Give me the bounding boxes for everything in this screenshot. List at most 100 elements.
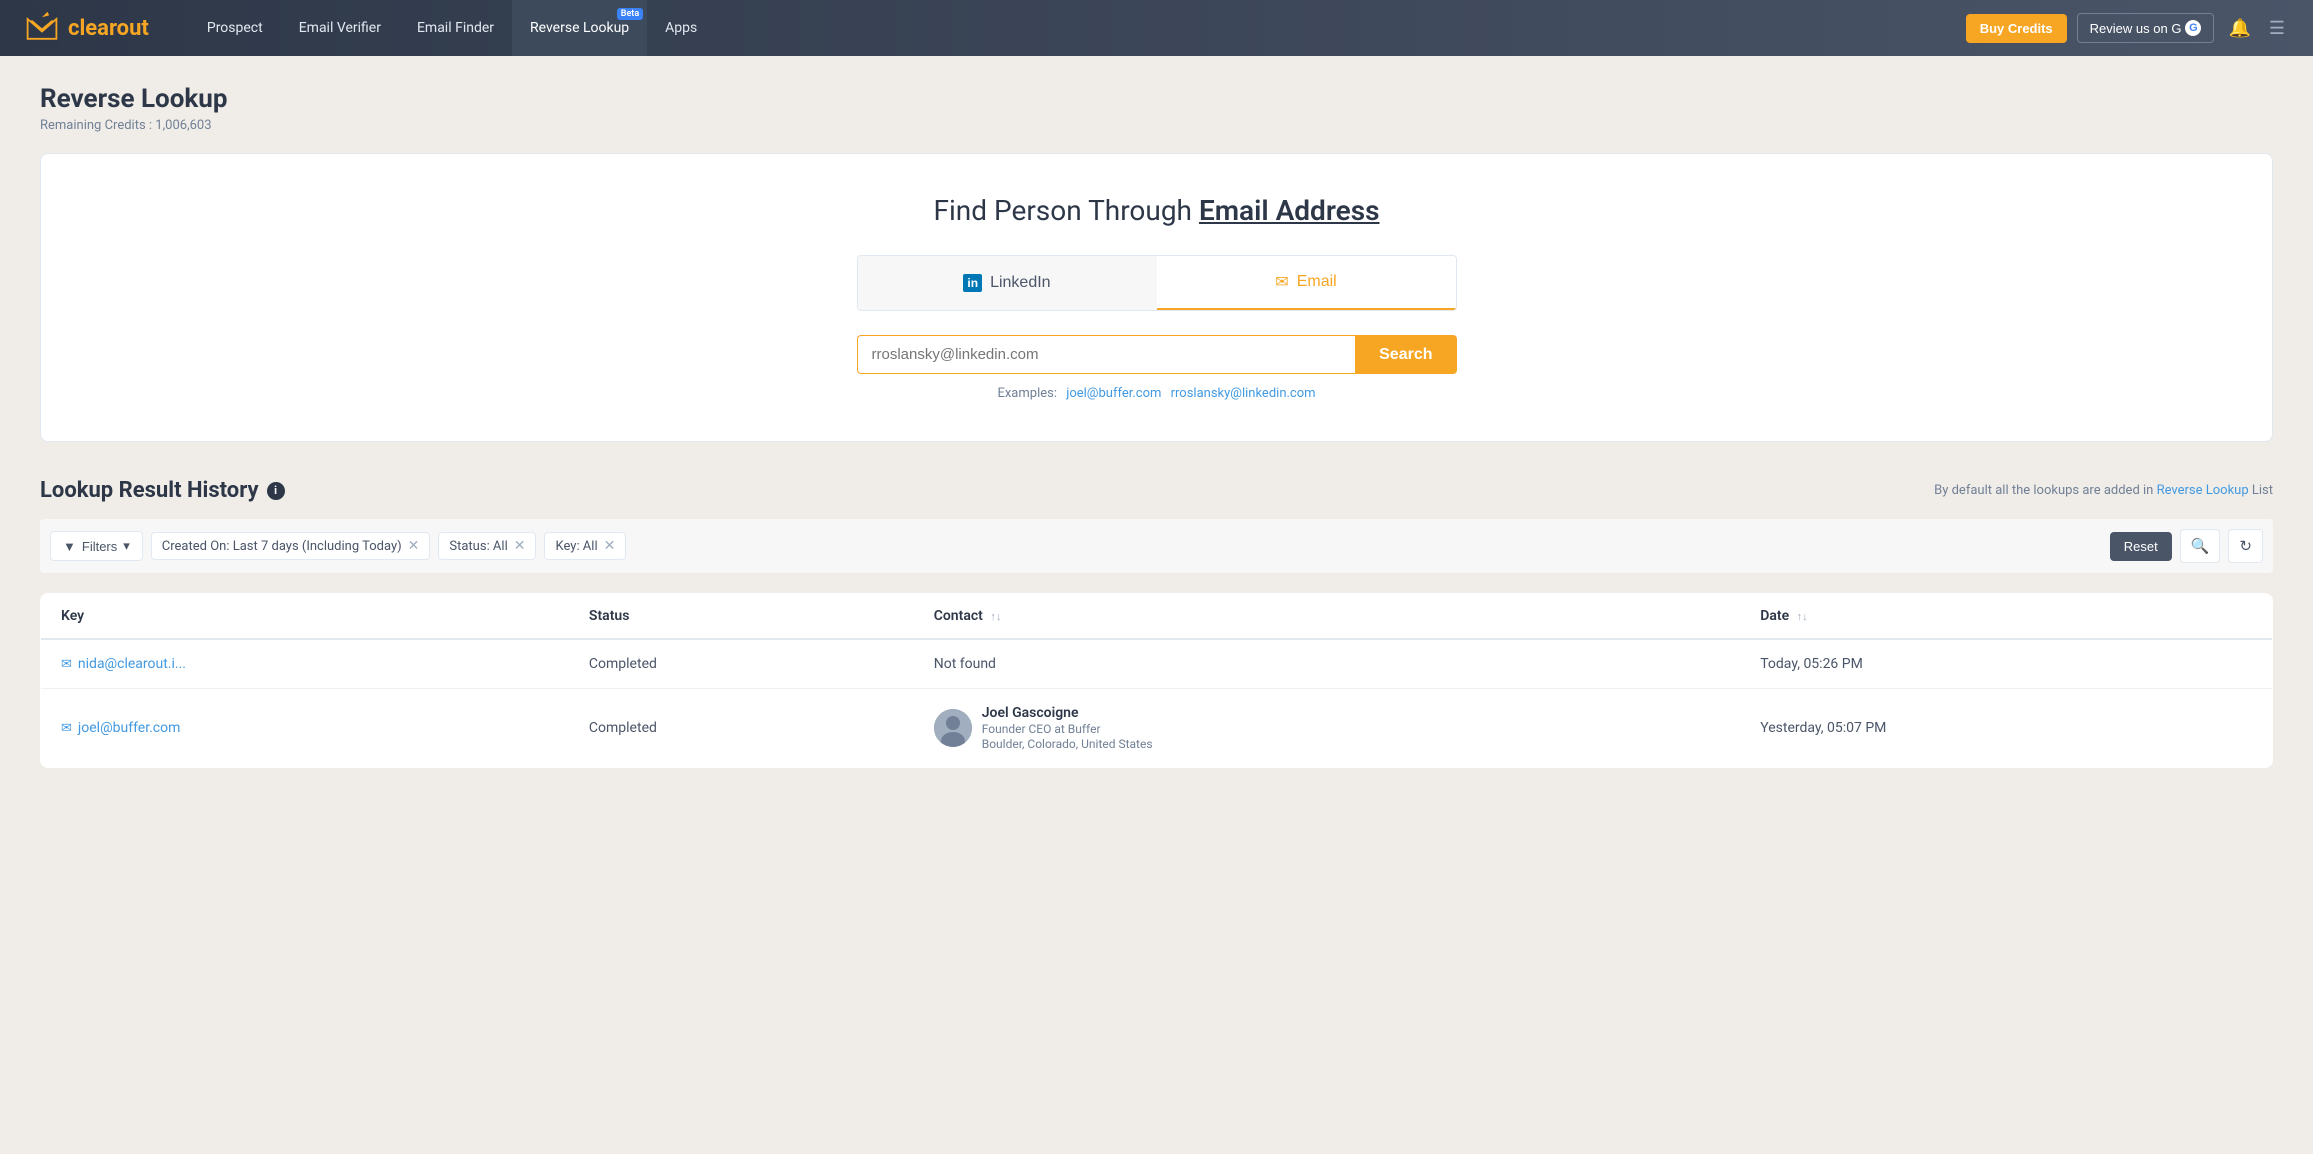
email-tab-icon: ✉: [1275, 272, 1288, 292]
history-section: Lookup Result History i By default all t…: [40, 478, 2273, 768]
search-input-row: Search: [857, 335, 1457, 374]
filter2-label: Status: All: [449, 539, 507, 554]
note-prefix: By default all the lookups are added in: [1934, 483, 2156, 498]
reset-button[interactable]: Reset: [2110, 532, 2172, 561]
tab-email[interactable]: ✉ Email: [1157, 256, 1456, 310]
row1-date-value: Today, 05:26 PM: [1760, 656, 1863, 672]
row1-key-link[interactable]: ✉ nida@clearout.i...: [61, 656, 549, 672]
avatar: [934, 709, 972, 747]
nav-reverse-lookup-label: Reverse Lookup: [530, 20, 629, 36]
navbar-right: Buy Credits Review us on G G 🔔 ☰: [1966, 13, 2289, 43]
note-suffix: List: [2252, 483, 2273, 498]
filter-icon: ▼: [63, 539, 76, 554]
search-input[interactable]: [857, 335, 1356, 374]
linkedin-icon: in: [963, 274, 982, 292]
lookup-tabs: in LinkedIn ✉ Email: [857, 255, 1457, 311]
bell-icon[interactable]: 🔔: [2224, 14, 2254, 43]
col-key: Key: [41, 594, 569, 640]
row1-status-value: Completed: [589, 656, 657, 672]
filter2-remove-icon[interactable]: ✕: [514, 538, 526, 554]
search-button[interactable]: Search: [1355, 335, 1456, 374]
col-date[interactable]: Date ↑↓: [1740, 594, 2272, 640]
table-header: Key Status Contact ↑↓ Date ↑↓: [41, 594, 2273, 640]
chevron-down-icon: ▾: [123, 538, 130, 554]
filter1-remove-icon[interactable]: ✕: [408, 538, 420, 554]
search-icon: 🔍: [2191, 538, 2210, 555]
table-row: ✉ nida@clearout.i... Completed Not found…: [41, 639, 2273, 689]
nav-links: Prospect Email Verifier Email Finder Rev…: [189, 0, 1966, 56]
row2-key-cell: ✉ joel@buffer.com: [41, 689, 569, 768]
examples-label: Examples:: [997, 386, 1057, 401]
credits-label: Remaining Credits :: [40, 118, 155, 133]
nav-prospect[interactable]: Prospect: [189, 0, 281, 56]
col-contact[interactable]: Contact ↑↓: [914, 594, 1741, 640]
row1-email-icon: ✉: [61, 657, 72, 672]
row2-status-cell: Completed: [569, 689, 914, 768]
filter-tag-key[interactable]: Key: All ✕: [544, 532, 626, 560]
review-button[interactable]: Review us on G G: [2077, 13, 2215, 43]
filter-tag-status[interactable]: Status: All ✕: [438, 532, 536, 560]
search-icon-button[interactable]: 🔍: [2180, 529, 2221, 563]
nav-reverse-lookup[interactable]: Reverse Lookup Beta: [512, 0, 647, 56]
history-title-text: Lookup Result History: [40, 478, 259, 503]
refresh-icon-button[interactable]: ↻: [2228, 529, 2263, 563]
search-heading: Find Person Through Email Address: [61, 194, 2252, 227]
example2-link[interactable]: rroslansky@linkedin.com: [1171, 386, 1316, 401]
tab-linkedin[interactable]: in LinkedIn: [858, 256, 1157, 310]
col-status-label: Status: [589, 608, 629, 624]
col-date-label: Date: [1760, 608, 1789, 624]
filter-tag-created-on[interactable]: Created On: Last 7 days (Including Today…: [151, 532, 431, 560]
row1-key-cell: ✉ nida@clearout.i...: [41, 639, 569, 689]
beta-badge: Beta: [617, 8, 643, 20]
nav-apps[interactable]: Apps: [647, 0, 715, 56]
buy-credits-button[interactable]: Buy Credits: [1966, 14, 2067, 43]
row1-contact-cell: Not found: [914, 639, 1741, 689]
navbar: clearout Prospect Email Verifier Email F…: [0, 0, 2313, 56]
page-subtitle: Remaining Credits : 1,006,603: [40, 118, 2273, 133]
col-key-label: Key: [61, 608, 84, 624]
refresh-icon: ↻: [2239, 538, 2252, 555]
logo-out: out: [117, 16, 149, 41]
contact-name: Joel Gascoigne: [982, 705, 1153, 721]
filter3-remove-icon[interactable]: ✕: [604, 538, 616, 554]
row2-date-cell: Yesterday, 05:07 PM: [1740, 689, 2272, 768]
review-label: Review us on G: [2090, 21, 2182, 36]
filter-row: ▼ Filters ▾ Created On: Last 7 days (Inc…: [40, 519, 2273, 573]
row2-key-link[interactable]: ✉ joel@buffer.com: [61, 720, 549, 736]
g-icon: G: [2185, 20, 2201, 36]
row2-status-value: Completed: [589, 720, 657, 736]
nav-email-verifier[interactable]: Email Verifier: [281, 0, 399, 56]
menu-icon[interactable]: ☰: [2265, 14, 2289, 43]
filter3-label: Key: All: [555, 539, 597, 554]
history-title: Lookup Result History i: [40, 478, 285, 503]
logo[interactable]: clearout: [24, 10, 149, 46]
row1-date-cell: Today, 05:26 PM: [1740, 639, 2272, 689]
row2-contact-cell: Joel Gascoigne Founder CEO at Buffer Bou…: [914, 689, 1741, 768]
credits-value: 1,006,603: [155, 118, 211, 133]
page-content: Reverse Lookup Remaining Credits : 1,006…: [0, 56, 2313, 796]
history-table: Key Status Contact ↑↓ Date ↑↓: [40, 593, 2273, 768]
row1-status-cell: Completed: [569, 639, 914, 689]
col-status: Status: [569, 594, 914, 640]
tab-email-label: Email: [1297, 273, 1337, 291]
reverse-lookup-list-link[interactable]: Reverse Lookup: [2157, 483, 2249, 498]
row2-contact-info: Joel Gascoigne Founder CEO at Buffer Bou…: [934, 705, 1721, 751]
filters-button[interactable]: ▼ Filters ▾: [50, 531, 143, 561]
page-header: Reverse Lookup Remaining Credits : 1,006…: [40, 84, 2273, 133]
history-header: Lookup Result History i By default all t…: [40, 478, 2273, 503]
row2-key-value: joel@buffer.com: [78, 720, 181, 736]
nav-email-finder[interactable]: Email Finder: [399, 0, 512, 56]
date-sort-icon: ↑↓: [1797, 610, 1808, 623]
filters-label: Filters: [82, 539, 117, 554]
page-title: Reverse Lookup: [40, 84, 2273, 114]
tab-linkedin-label: LinkedIn: [990, 274, 1051, 292]
search-card: Find Person Through Email Address in Lin…: [40, 153, 2273, 442]
row1-contact-value: Not found: [934, 656, 996, 672]
info-icon: i: [267, 482, 285, 500]
example1-link[interactable]: joel@buffer.com: [1066, 386, 1161, 401]
row2-date-value: Yesterday, 05:07 PM: [1760, 720, 1886, 736]
contact-details: Joel Gascoigne Founder CEO at Buffer Bou…: [982, 705, 1153, 751]
table-row: ✉ joel@buffer.com Completed: [41, 689, 2273, 768]
logo-clear: clear: [68, 16, 117, 41]
search-examples: Examples: joel@buffer.com rroslansky@lin…: [61, 386, 2252, 401]
